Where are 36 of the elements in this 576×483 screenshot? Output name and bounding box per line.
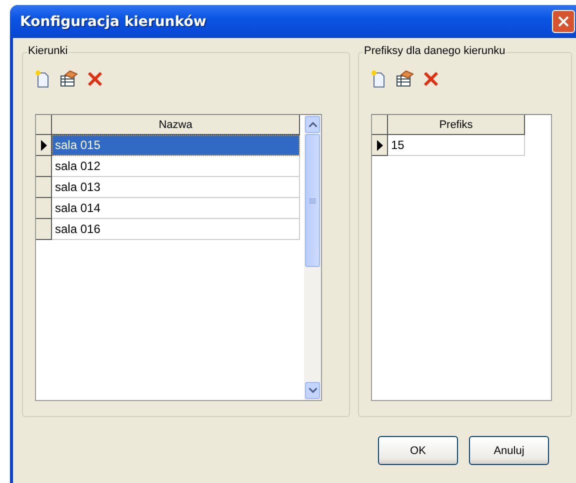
row-header[interactable] [372, 135, 388, 156]
delete-icon[interactable] [423, 71, 439, 87]
group-title: Prefiksy dla danego kierunku [363, 45, 506, 57]
table-cell[interactable]: sala 012 [52, 156, 300, 177]
column-header[interactable]: Nazwa [52, 115, 300, 135]
new-document-icon[interactable] [371, 70, 387, 88]
dialog-button[interactable]: Anuluj [469, 436, 549, 465]
table-cell[interactable]: sala 015 [52, 135, 300, 156]
row-header[interactable] [36, 219, 52, 240]
row-header[interactable] [36, 177, 52, 198]
table-cell[interactable]: sala 014 [52, 198, 300, 219]
dialog-button[interactable]: OK [378, 436, 458, 465]
row-header[interactable] [36, 198, 52, 219]
row-header[interactable] [36, 156, 52, 177]
new-document-icon[interactable] [35, 70, 51, 88]
corner-header [36, 115, 52, 135]
edit-table-icon[interactable] [395, 70, 415, 88]
close-button[interactable] [552, 10, 575, 33]
grip-icon [309, 198, 316, 204]
row-header[interactable] [36, 135, 52, 156]
table-cell[interactable]: sala 013 [52, 177, 300, 198]
table-cell[interactable]: sala 016 [52, 219, 300, 240]
current-row-icon [40, 140, 46, 150]
current-row-icon [376, 140, 382, 150]
vertical-scrollbar[interactable] [304, 115, 321, 400]
group-title: Kierunki [27, 45, 69, 57]
scroll-thumb[interactable] [305, 134, 320, 267]
window-title: Konfiguracja kierunków [19, 14, 206, 30]
table-cell[interactable]: 15 [388, 135, 525, 156]
scroll-up-button[interactable] [305, 116, 320, 133]
corner-header [372, 115, 388, 135]
delete-icon[interactable] [87, 71, 103, 87]
close-icon [558, 16, 569, 27]
edit-table-icon[interactable] [59, 70, 79, 88]
column-header[interactable]: Prefiks [388, 115, 525, 135]
scroll-down-button[interactable] [305, 382, 320, 399]
